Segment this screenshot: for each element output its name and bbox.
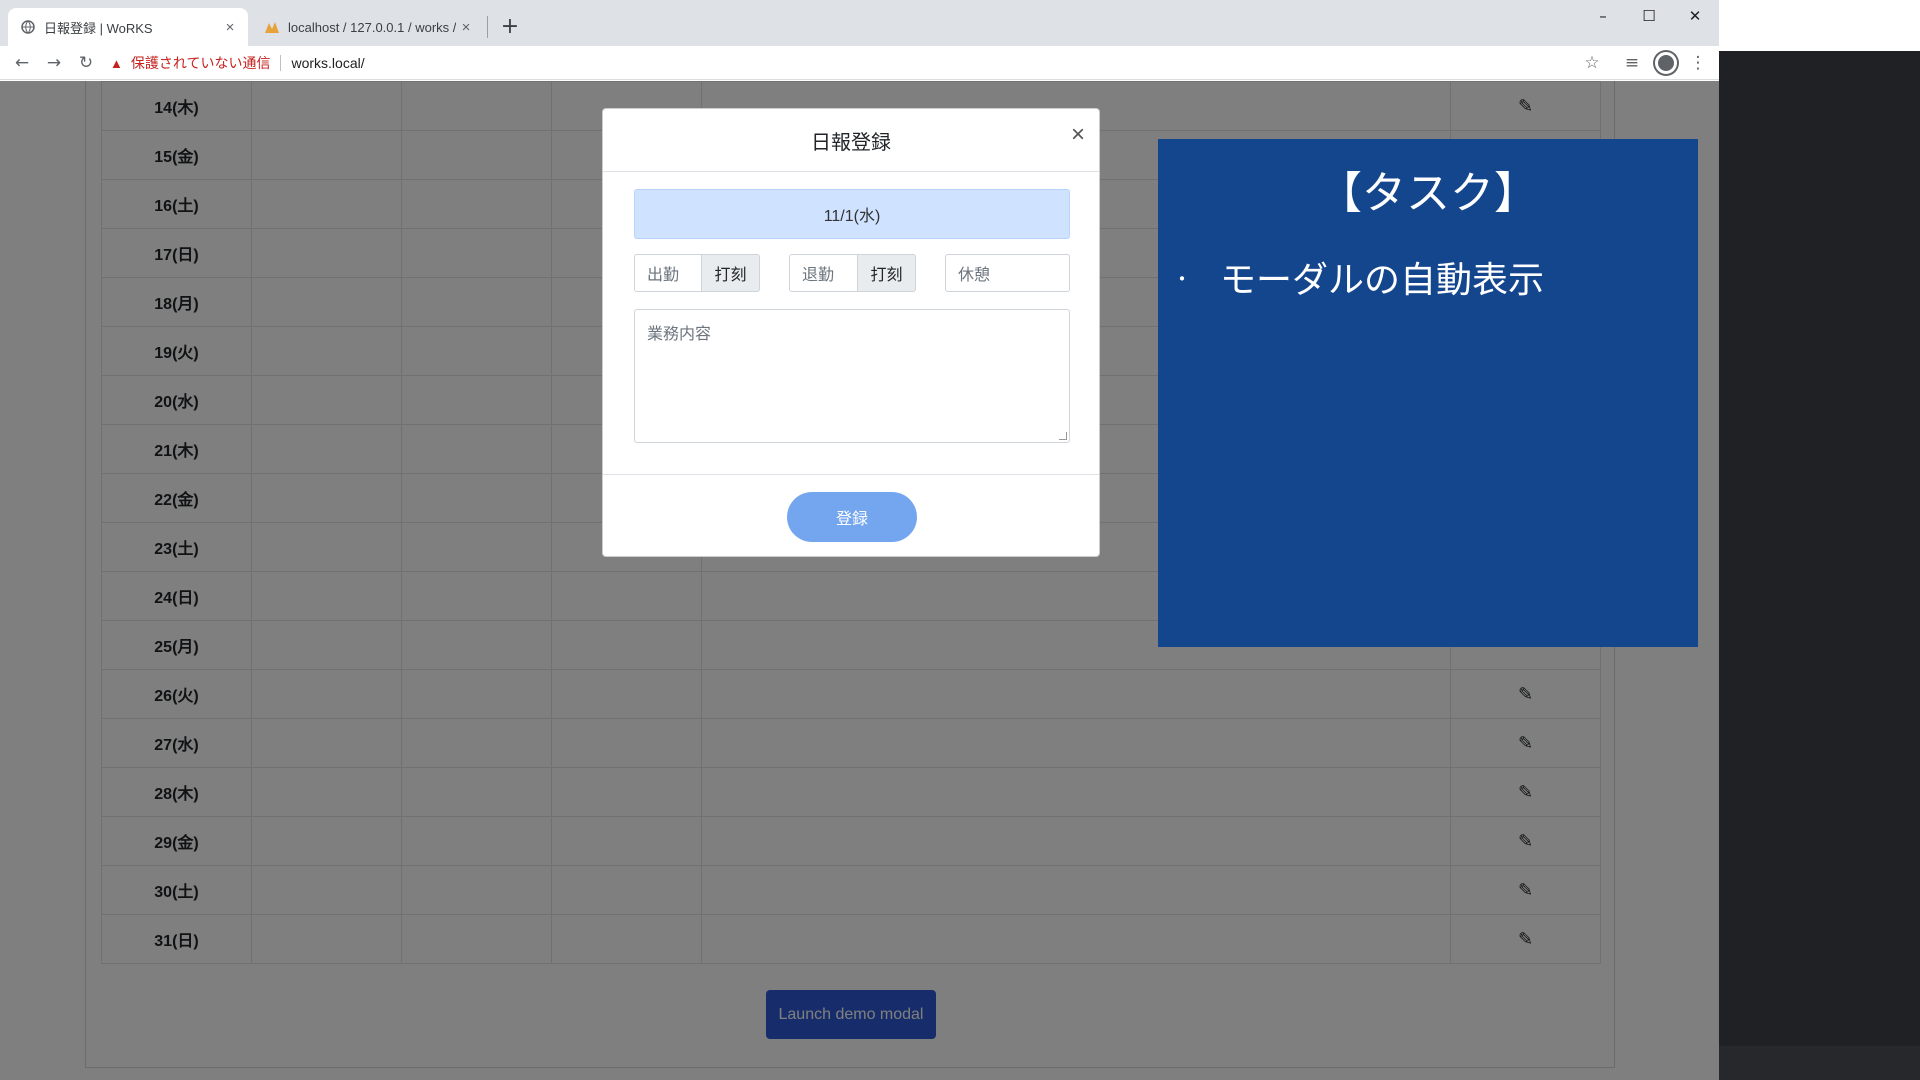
desktop-background-top [1719, 0, 1920, 51]
profile-icon[interactable] [1652, 50, 1680, 76]
resize-handle[interactable] [1059, 432, 1067, 440]
address-bar[interactable]: ▲ 保護されていない通信 works.local/ [110, 49, 1590, 77]
tab-close-icon[interactable]: × [456, 19, 476, 36]
date-display: 11/1(水) [634, 189, 1070, 239]
task-item-text: モーダルの自動表示 [1220, 260, 1545, 301]
task-panel: 【タスク】 ・ モーダルの自動表示 [1158, 139, 1698, 647]
desktop-background [1719, 51, 1920, 1080]
bookmark-star-icon[interactable]: ☆ [1578, 50, 1606, 76]
phpmyadmin-icon [264, 19, 280, 35]
break-time-input[interactable]: 休憩 [945, 254, 1070, 292]
back-button[interactable]: ← [8, 50, 36, 76]
task-bullet: ・ [1172, 266, 1192, 291]
task-title: 【タスク】 [1318, 168, 1538, 219]
tab-close-icon[interactable]: × [220, 19, 240, 36]
maximize-button[interactable]: ☐ [1626, 4, 1672, 28]
modal-close-button[interactable]: × [1071, 123, 1085, 147]
tab-title: 日報登録 | WoRKS [44, 20, 153, 36]
tab-separator [487, 16, 488, 38]
tab-phpmyadmin[interactable]: localhost / 127.0.0.1 / works / wo × [252, 8, 484, 46]
taskbar-strip [1719, 1046, 1920, 1080]
modal-header: 日報登録 × [603, 109, 1099, 172]
modal-title: 日報登録 [811, 132, 891, 154]
modal-footer: 登録 [603, 474, 1099, 558]
browser-window: 日報登録 | WoRKS × localhost / 127.0.0.1 / w… [0, 0, 1719, 1080]
end-stamp-button[interactable]: 打刻 [858, 254, 916, 292]
start-time-group: 出勤 打刻 [634, 254, 760, 292]
daily-report-modal: 日報登録 × 11/1(水) 出勤 打刻 退勤 打刻 休憩 業務内容 登録 [602, 108, 1100, 557]
tab-active[interactable]: 日報登録 | WoRKS × [8, 8, 248, 46]
start-stamp-button[interactable]: 打刻 [702, 254, 760, 292]
tab-bar: 日報登録 | WoRKS × localhost / 127.0.0.1 / w… [0, 0, 1719, 46]
end-time-group: 退勤 打刻 [789, 254, 916, 292]
address-separator [280, 55, 282, 71]
end-time-input[interactable]: 退勤 [789, 254, 858, 292]
forward-button[interactable]: → [40, 50, 68, 76]
tab-title: localhost / 127.0.0.1 / works / wo [288, 19, 456, 35]
browser-toolbar: ← → ↻ ▲ 保護されていない通信 works.local/ ☆ ≡ ⋮ [0, 46, 1719, 80]
minimize-button[interactable]: – [1580, 4, 1626, 28]
close-window-button[interactable]: ✕ [1672, 4, 1718, 28]
globe-icon [20, 19, 36, 35]
url-text[interactable]: works.local/ [291, 55, 364, 71]
new-tab-button[interactable]: + [496, 12, 524, 40]
register-button[interactable]: 登録 [787, 492, 917, 542]
warning-icon[interactable]: ▲ [110, 56, 123, 71]
reload-button[interactable]: ↻ [72, 50, 100, 76]
work-content-placeholder: 業務内容 [647, 326, 712, 343]
start-time-input[interactable]: 出勤 [634, 254, 702, 292]
menu-icon[interactable]: ⋮ [1684, 50, 1712, 76]
work-content-textarea[interactable]: 業務内容 [634, 309, 1070, 443]
media-control-icon[interactable]: ≡ [1618, 50, 1646, 76]
task-item: ・ モーダルの自動表示 [1172, 251, 1544, 303]
security-status[interactable]: 保護されていない通信 [131, 53, 271, 73]
